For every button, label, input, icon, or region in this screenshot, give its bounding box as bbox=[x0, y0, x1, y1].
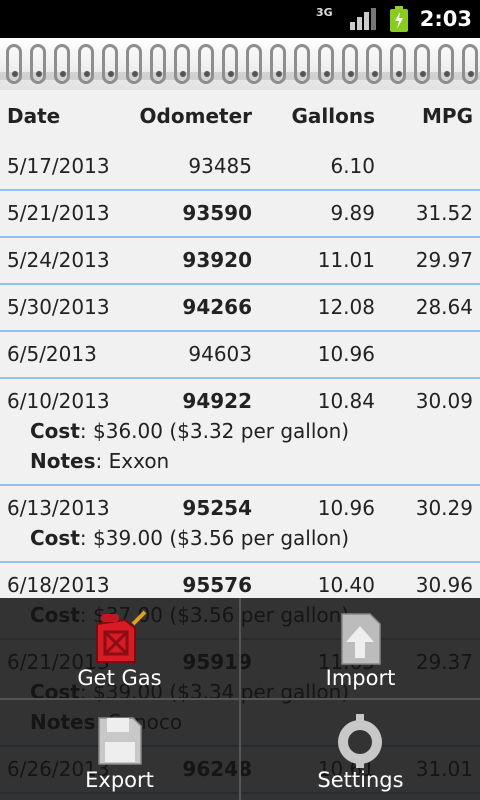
export-label: Export bbox=[85, 768, 154, 792]
battery-icon bbox=[390, 6, 408, 32]
gear-icon bbox=[338, 714, 382, 768]
binding-ring bbox=[54, 44, 70, 84]
row-gallons: 10.84 bbox=[317, 389, 375, 413]
binding-ring bbox=[246, 44, 262, 84]
header-odometer: Odometer bbox=[139, 104, 252, 128]
header-mpg: MPG bbox=[422, 104, 473, 128]
binding-ring bbox=[30, 44, 46, 84]
row-gallons: 9.89 bbox=[330, 201, 375, 225]
header-gallons: Gallons bbox=[291, 104, 375, 128]
import-icon bbox=[341, 613, 381, 665]
table-row[interactable]: 5/24/2013 93920 11.01 29.97 bbox=[0, 238, 480, 285]
floppy-disk-icon bbox=[98, 717, 142, 765]
row-date: 6/18/2013 bbox=[7, 573, 110, 597]
notes-value: Exxon bbox=[108, 449, 170, 473]
row-gallons: 12.08 bbox=[317, 295, 375, 319]
table-row[interactable]: 5/21/2013 93590 9.89 31.52 bbox=[0, 191, 480, 238]
binding-ring bbox=[414, 44, 430, 84]
import-menu-item[interactable]: Import bbox=[241, 598, 480, 698]
binding-ring bbox=[126, 44, 142, 84]
binding-ring bbox=[78, 44, 94, 84]
import-label: Import bbox=[325, 666, 396, 690]
settings-label: Settings bbox=[317, 768, 404, 792]
row-odometer: 93590 bbox=[182, 201, 252, 225]
row-mpg: 31.52 bbox=[415, 201, 473, 225]
binding-ring bbox=[222, 44, 238, 84]
row-gallons: 10.96 bbox=[317, 342, 375, 366]
row-odometer: 95576 bbox=[182, 573, 252, 597]
row-gallons: 6.10 bbox=[330, 154, 375, 178]
row-date: 5/21/2013 bbox=[7, 201, 110, 225]
row-gallons: 11.01 bbox=[317, 248, 375, 272]
binding-ring bbox=[462, 44, 478, 84]
cost-value: $36.00 ($3.32 per gallon) bbox=[93, 419, 350, 443]
row-odometer: 95254 bbox=[182, 496, 252, 520]
row-mpg: 30.29 bbox=[415, 496, 473, 520]
row-cost: Cost: $39.00 ($3.56 per gallon) bbox=[30, 526, 350, 550]
binding-ring bbox=[150, 44, 166, 84]
header-date: Date bbox=[7, 104, 61, 128]
notes-label: Notes bbox=[30, 449, 96, 473]
export-menu-item[interactable]: Export bbox=[0, 700, 239, 800]
table-row[interactable]: 6/10/2013 94922 10.84 30.09 Cost: $36.00 ($3… bbox=[0, 379, 480, 486]
row-odometer: 93485 bbox=[188, 154, 252, 178]
gas-can-icon bbox=[96, 610, 147, 663]
get-gas-menu-item[interactable]: Get Gas bbox=[0, 598, 239, 698]
table-row[interactable]: 6/5/2013 94603 10.96 bbox=[0, 332, 480, 379]
row-date: 5/17/2013 bbox=[7, 154, 110, 178]
binding-ring bbox=[6, 44, 22, 84]
clock: 2:03 bbox=[419, 7, 472, 31]
cost-label: Cost bbox=[30, 419, 80, 443]
binding-ring bbox=[174, 44, 190, 84]
binding-ring bbox=[342, 44, 358, 84]
row-mpg: 28.64 bbox=[415, 295, 473, 319]
settings-menu-item[interactable]: Settings bbox=[241, 700, 480, 800]
row-cost: Cost: $36.00 ($3.32 per gallon) bbox=[30, 419, 350, 443]
binding-ring bbox=[198, 44, 214, 84]
row-date: 6/5/2013 bbox=[7, 342, 97, 366]
binding-ring bbox=[318, 44, 334, 84]
row-date: 6/13/2013 bbox=[7, 496, 110, 520]
binding-ring bbox=[294, 44, 310, 84]
row-odometer: 94603 bbox=[188, 342, 252, 366]
table-header: Date Odometer Gallons MPG bbox=[0, 96, 480, 136]
row-odometer: 93920 bbox=[182, 248, 252, 272]
table-row[interactable]: 5/17/2013 93485 6.10 bbox=[0, 144, 480, 191]
notebook-binding bbox=[0, 38, 480, 90]
network-type: 3G bbox=[316, 6, 333, 19]
row-notes: Notes: Exxon bbox=[30, 449, 170, 473]
row-odometer: 94266 bbox=[182, 295, 252, 319]
cost-label: Cost bbox=[30, 526, 80, 550]
status-bar: 3G 2:03 bbox=[0, 0, 480, 38]
row-date: 5/30/2013 bbox=[7, 295, 110, 319]
row-mpg: 29.97 bbox=[415, 248, 473, 272]
binding-ring bbox=[438, 44, 454, 84]
cost-value: $39.00 ($3.56 per gallon) bbox=[93, 526, 350, 550]
binding-ring bbox=[270, 44, 286, 84]
row-gallons: 10.40 bbox=[317, 573, 375, 597]
row-date: 6/10/2013 bbox=[7, 389, 110, 413]
row-date: 5/24/2013 bbox=[7, 248, 110, 272]
row-gallons: 10.96 bbox=[317, 496, 375, 520]
table-row[interactable]: 5/30/2013 94266 12.08 28.64 bbox=[0, 285, 480, 332]
row-mpg: 30.09 bbox=[415, 389, 473, 413]
get-gas-label: Get Gas bbox=[77, 666, 162, 690]
binding-ring bbox=[102, 44, 118, 84]
binding-ring bbox=[366, 44, 382, 84]
row-mpg: 30.96 bbox=[415, 573, 473, 597]
options-menu: Get Gas Import Export Settings bbox=[0, 598, 480, 800]
table-row[interactable]: 6/13/2013 95254 10.96 30.29 Cost: $39.00 ($3… bbox=[0, 486, 480, 563]
binding-ring bbox=[390, 44, 406, 84]
signal-icon bbox=[350, 8, 376, 30]
row-odometer: 94922 bbox=[182, 389, 252, 413]
